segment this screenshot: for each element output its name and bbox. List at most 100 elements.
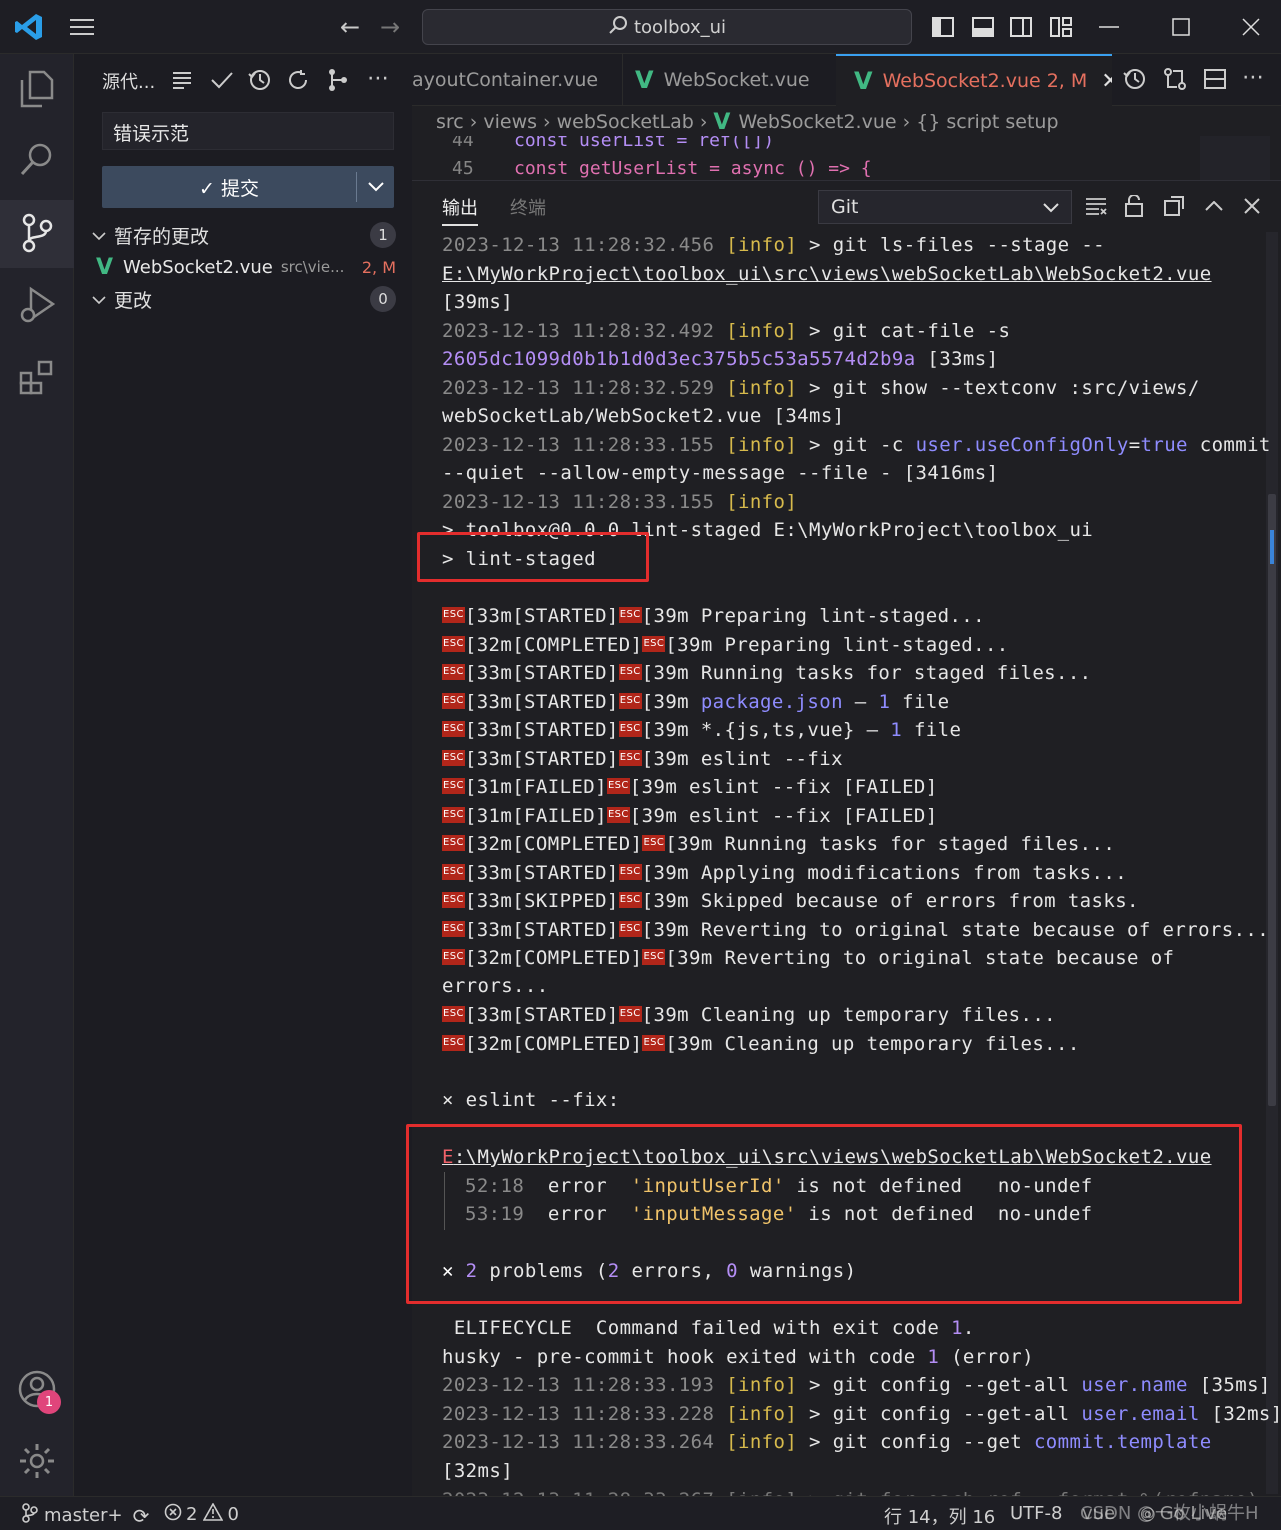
log-line: errors... [442, 975, 549, 997]
settings-gear-icon[interactable] [14, 1438, 60, 1484]
command-center-search[interactable]: toolbox_ui [422, 9, 912, 45]
tab-output[interactable]: 输出 [442, 194, 478, 226]
scrollbar-thumb[interactable] [1268, 494, 1276, 1106]
staged-changes-header[interactable]: 暂存的更改 1 [92, 220, 402, 250]
line-number: 44 [452, 136, 474, 151]
lint-staged-line: ESC[33m[STARTED]ESC[39m Applying modific… [442, 861, 1128, 884]
commit-check-icon[interactable] [208, 66, 236, 94]
lint-staged-line: ESC[33m[STARTED]ESC[39m package.json — 1… [442, 690, 950, 713]
scrollbar-marker [1270, 530, 1274, 564]
error-icon [164, 1503, 182, 1526]
open-changes-icon[interactable] [1160, 64, 1190, 94]
esc-badge: ESC [442, 920, 465, 937]
open-in-editor-icon[interactable] [1160, 192, 1188, 220]
esc-badge: ESC [442, 1034, 465, 1051]
chevron-down-icon [1043, 196, 1059, 218]
annotation-box-lint-staged [417, 532, 649, 582]
code-editor[interactable]: 44 const userList = ref([]) 45 const get… [412, 136, 1202, 180]
branch-status[interactable]: master+ ⟳ [22, 1503, 149, 1528]
esc-badge: ESC [618, 920, 642, 937]
menu-icon[interactable] [64, 12, 100, 42]
commit-dropdown-icon[interactable] [357, 166, 394, 208]
lint-staged-line: ESC[33m[STARTED]ESC[39m Reverting to ori… [442, 918, 1270, 941]
vue-file-icon: V [96, 254, 114, 280]
output-channel-select[interactable]: Git [818, 190, 1072, 224]
sync-icon[interactable]: ⟳ [133, 1504, 150, 1528]
maximize-panel-icon[interactable] [1200, 192, 1228, 220]
esc-badge: ESC [442, 607, 465, 623]
minimize-icon[interactable] [1092, 12, 1126, 42]
esc-badge: ESC [442, 949, 465, 965]
esc-badge: ESC [618, 664, 642, 680]
lint-staged-line: ESC[33m[STARTED]ESC[39m Preparing lint-s… [442, 605, 985, 627]
search-view-icon[interactable] [14, 136, 60, 182]
cursor-position[interactable]: 行 14，列 16 [884, 1503, 995, 1529]
staged-file-item[interactable]: V WebSocket2.vue src\vie... 2, M [96, 252, 402, 282]
graph-icon[interactable] [324, 66, 352, 94]
tab-websocket[interactable]: V WebSocket.vue [622, 54, 836, 106]
view-as-list-icon[interactable] [168, 66, 196, 94]
esc-badge: ESC [442, 806, 465, 823]
more-actions-icon[interactable]: ⋯ [364, 64, 392, 92]
breadcrumb-item[interactable]: {} script setup [916, 111, 1058, 133]
log-line-link[interactable]: E:\MyWorkProject\toolbox_ui\src\views\we… [442, 260, 1212, 288]
panel-divider [412, 180, 1281, 181]
title-bar: ← → toolbox_ui [0, 0, 1281, 54]
close-window-icon[interactable] [1234, 12, 1268, 42]
refresh-icon[interactable] [284, 66, 312, 94]
toggle-primary-sidebar-icon[interactable] [928, 12, 958, 42]
encoding[interactable]: UTF-8 [1010, 1503, 1062, 1524]
breadcrumb-item[interactable]: views [483, 111, 537, 133]
breadcrumb-item[interactable]: WebSocket2.vue [738, 111, 896, 133]
toggle-panel-icon[interactable] [968, 12, 998, 42]
run-debug-icon[interactable] [14, 282, 60, 328]
changes-header[interactable]: 更改 0 [92, 284, 402, 314]
lint-staged-line: ESC[33m[STARTED]ESC[39m *.{js,ts,vue} — … [442, 719, 962, 741]
log-line: 2023-12-13 11:28:32.529 [info] > git sho… [442, 377, 1200, 399]
breadcrumb-item[interactable]: webSocketLab [557, 111, 694, 133]
file-status: 2, M [361, 257, 396, 277]
split-editor-icon[interactable] [1200, 64, 1230, 94]
line-number: 45 [452, 158, 474, 179]
log-line: 2023-12-13 11:28:33.228 [info] > git con… [442, 1403, 1281, 1425]
breadcrumb-item[interactable]: src [436, 111, 464, 133]
close-panel-icon[interactable] [1238, 192, 1266, 220]
forward-arrow-icon[interactable]: → [374, 12, 406, 42]
toggle-secondary-sidebar-icon[interactable] [1006, 12, 1036, 42]
esc-badge: ESC [606, 806, 630, 823]
esc-badge: ESC [642, 835, 666, 851]
log-line-partial: 2023-12-13 11:28:33.267 [info] > git for… [442, 1486, 1259, 1496]
tab-terminal[interactable]: 终端 [510, 194, 546, 220]
esc-badge: ESC [442, 863, 465, 880]
history-icon[interactable] [246, 66, 274, 94]
timeline-icon[interactable] [1120, 64, 1150, 94]
back-arrow-icon[interactable]: ← [334, 12, 366, 42]
log-line: [32ms] [442, 1460, 514, 1482]
minimap[interactable] [1200, 136, 1270, 180]
search-text: toolbox_ui [633, 16, 727, 38]
explorer-icon[interactable] [14, 66, 60, 112]
esc-badge: ESC [618, 1006, 642, 1022]
vue-file-icon: V [635, 66, 654, 94]
commit-message-input[interactable]: 错误示范 [102, 112, 394, 150]
maximize-icon[interactable] [1164, 12, 1198, 42]
code-line: const getUserList = async () => { [514, 158, 872, 179]
extensions-icon[interactable] [14, 354, 60, 400]
problems-status[interactable]: 2 0 [164, 1502, 239, 1526]
lock-scroll-icon[interactable] [1120, 192, 1148, 220]
status-bar: master+ ⟳ 2 0 行 14，列 16 UTF-8 vue ◎ Go L… [0, 1496, 1281, 1530]
lint-staged-line: ESC[33m[SKIPPED]ESC[39m Skipped because … [442, 890, 1139, 912]
sidebar-title: 源代... [102, 72, 156, 93]
source-control-icon[interactable] [14, 210, 60, 256]
breadcrumb: src › views › webSocketLab › V WebSocket2.v… [436, 109, 1059, 135]
close-tab-icon[interactable]: ✕ [1101, 69, 1112, 94]
log-line: 2023-12-13 11:28:33.155 [info] > git -c … [442, 434, 1271, 456]
commit-button[interactable]: ✓ 提交 [102, 166, 356, 208]
more-actions-icon[interactable]: ⋯ [1238, 62, 1268, 92]
tab-layout-container[interactable]: ayoutContainer.vue [412, 54, 622, 106]
tab-websocket2-active[interactable]: V WebSocket2.vue 2, M ✕ [836, 54, 1112, 106]
branch-name: master+ [44, 1505, 123, 1526]
customize-layout-icon[interactable] [1046, 12, 1076, 42]
log-line: 2023-12-13 11:28:33.193 [info] > git con… [442, 1374, 1271, 1396]
clear-output-icon[interactable] [1082, 192, 1110, 220]
